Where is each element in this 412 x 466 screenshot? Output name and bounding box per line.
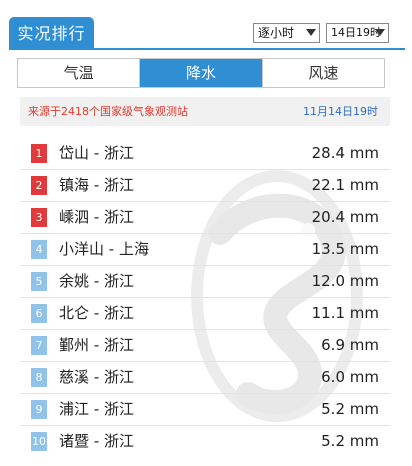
- list-item: 10 诸暨 - 浙江 5.2 mm: [20, 426, 390, 458]
- list-item: 6 北仑 - 浙江 11.1 mm: [20, 298, 390, 330]
- rank-badge: 2: [31, 176, 47, 195]
- list-item: 8 慈溪 - 浙江 6.0 mm: [20, 362, 390, 394]
- list-item: 4 小洋山 - 上海 13.5 mm: [20, 234, 390, 266]
- precipitation-value: 6.0 mm: [321, 368, 379, 386]
- list-item: 1 岱山 - 浙江 28.4 mm: [20, 138, 390, 170]
- rank-badge: 6: [31, 304, 47, 323]
- list-item: 7 鄞州 - 浙江 6.9 mm: [20, 330, 390, 362]
- rank-badge: 4: [31, 240, 47, 259]
- rank-badge: 3: [31, 208, 47, 227]
- header-divider: [9, 48, 405, 50]
- period-select[interactable]: 逐小时: [253, 23, 320, 43]
- rank-badge: 1: [31, 144, 47, 163]
- tab-temperature[interactable]: 气温: [18, 59, 141, 87]
- station-name: 镇海 - 浙江: [59, 176, 134, 194]
- period-select-value: 逐小时: [258, 26, 295, 40]
- station-name: 余姚 - 浙江: [59, 272, 134, 290]
- rank-badge: 8: [31, 368, 47, 387]
- panel-title: 实况排行: [9, 17, 94, 50]
- tab-precipitation[interactable]: 降水: [140, 59, 263, 87]
- ranking-list: 1 岱山 - 浙江 28.4 mm 2 镇海 - 浙江 22.1 mm 3 嵊泗…: [20, 138, 390, 458]
- precipitation-value: 12.0 mm: [311, 272, 379, 290]
- ranking-panel: 实况排行 逐小时 14日19时 气温 降水 风速 来源于2418个国家级气象观测…: [0, 0, 412, 466]
- station-name: 诸暨 - 浙江: [59, 432, 134, 450]
- precipitation-value: 5.2 mm: [321, 432, 379, 450]
- tab-wind-speed[interactable]: 风速: [262, 59, 384, 87]
- rank-badge: 10: [31, 432, 47, 451]
- station-name: 嵊泗 - 浙江: [59, 208, 134, 226]
- source-bar: 来源于2418个国家级气象观测站 11月14日19时: [20, 97, 390, 126]
- precipitation-value: 6.9 mm: [321, 336, 379, 354]
- station-name: 小洋山 - 上海: [59, 240, 149, 258]
- precipitation-value: 28.4 mm: [311, 144, 379, 162]
- station-name: 岱山 - 浙江: [59, 144, 134, 162]
- list-item: 9 浦江 - 浙江 5.2 mm: [20, 394, 390, 426]
- station-name: 北仑 - 浙江: [59, 304, 134, 322]
- precipitation-value: 20.4 mm: [311, 208, 379, 226]
- date-select-value: 14日19时: [331, 26, 381, 39]
- station-name: 浦江 - 浙江: [59, 400, 134, 418]
- rank-badge: 9: [31, 400, 47, 419]
- list-item: 3 嵊泗 - 浙江 20.4 mm: [20, 202, 390, 234]
- chevron-down-icon: [306, 29, 316, 36]
- source-text: 来源于2418个国家级气象观测站: [28, 105, 188, 118]
- precipitation-value: 22.1 mm: [311, 176, 379, 194]
- rank-badge: 7: [31, 336, 47, 355]
- precipitation-value: 13.5 mm: [311, 240, 379, 258]
- date-select[interactable]: 14日19时: [326, 23, 389, 43]
- metric-tabs: 气温 降水 风速: [17, 58, 385, 88]
- rank-badge: 5: [31, 272, 47, 291]
- list-item: 5 余姚 - 浙江 12.0 mm: [20, 266, 390, 298]
- chevron-down-icon: [375, 29, 385, 36]
- precipitation-value: 11.1 mm: [311, 304, 379, 322]
- observation-time: 11月14日19时: [303, 105, 378, 118]
- list-item: 2 镇海 - 浙江 22.1 mm: [20, 170, 390, 202]
- precipitation-value: 5.2 mm: [321, 400, 379, 418]
- panel-header: 实况排行 逐小时 14日19时: [0, 0, 412, 50]
- station-name: 鄞州 - 浙江: [59, 336, 134, 354]
- station-name: 慈溪 - 浙江: [59, 368, 134, 386]
